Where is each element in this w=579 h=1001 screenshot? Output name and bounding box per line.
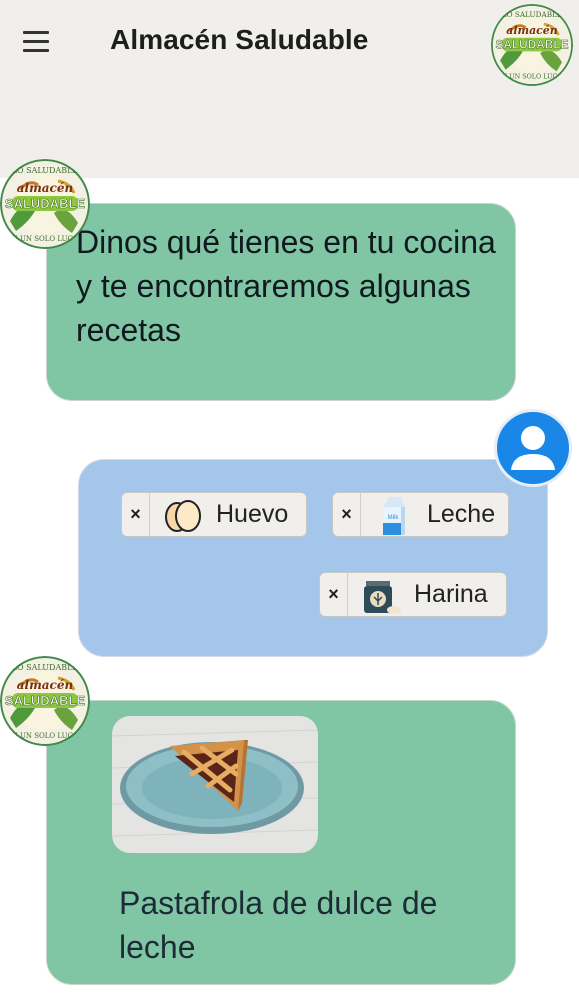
flour-jar-icon bbox=[364, 580, 401, 614]
svg-text:SALUDABLE: SALUDABLE bbox=[5, 196, 85, 211]
remove-huevo-button[interactable]: × bbox=[122, 493, 150, 536]
brand-logo[interactable]: almacén SALUDABLE LO SALUDABLE EN UN SOL… bbox=[491, 4, 573, 86]
remove-leche-button[interactable]: × bbox=[333, 493, 361, 536]
pastafrola-slice-image[interactable] bbox=[112, 716, 318, 853]
eggs-icon bbox=[165, 499, 201, 532]
ingredient-label: Huevo bbox=[216, 500, 289, 528]
svg-text:Milk: Milk bbox=[388, 515, 400, 521]
svg-text:SALUDABLE: SALUDABLE bbox=[5, 693, 85, 708]
app-title: Almacén Saludable bbox=[110, 24, 369, 55]
svg-text:SALUDABLE: SALUDABLE bbox=[496, 38, 569, 52]
ingredient-label: Leche bbox=[427, 500, 496, 528]
svg-text:almacén: almacén bbox=[506, 24, 557, 37]
svg-text:LO SALUDABLE: LO SALUDABLE bbox=[12, 166, 79, 175]
svg-text:LO SALUDABLE: LO SALUDABLE bbox=[502, 10, 562, 19]
svg-text:EN UN SOLO LUGAR: EN UN SOLO LUGAR bbox=[497, 73, 567, 81]
user-avatar-icon bbox=[494, 409, 572, 487]
user-message-bubble bbox=[78, 459, 548, 657]
bot-avatar: almacén SALUDABLE LO SALUDABLE EN UN SOL… bbox=[0, 159, 90, 249]
svg-text:LO SALUDABLE: LO SALUDABLE bbox=[12, 663, 79, 672]
ingredient-chip-leche[interactable]: × Milk Leche bbox=[332, 492, 509, 537]
ingredient-chip-harina[interactable]: × Harina bbox=[319, 572, 507, 617]
svg-text:almacén: almacén bbox=[17, 678, 73, 692]
bot-avatar: almacén SALUDABLE LO SALUDABLE EN UN SOL… bbox=[0, 656, 90, 746]
bot-recipe-bubble: Pastafrola de dulce de leche bbox=[46, 700, 516, 985]
ingredient-label: Harina bbox=[414, 580, 488, 608]
remove-harina-button[interactable]: × bbox=[320, 573, 348, 616]
svg-text:almacén: almacén bbox=[17, 181, 73, 195]
recipe-title[interactable]: Pastafrola de dulce de leche bbox=[119, 881, 449, 969]
bot-message-text: Dinos qué tienes en tu cocina y te encon… bbox=[76, 224, 496, 348]
bot-message-bubble: Dinos qué tienes en tu cocina y te encon… bbox=[46, 203, 516, 401]
hamburger-menu-icon[interactable] bbox=[23, 31, 51, 59]
app-header: Almacén Saludable almacén SALUDABLE LO S… bbox=[0, 0, 579, 178]
ingredient-chip-huevo[interactable]: × Huevo bbox=[121, 492, 307, 537]
milk-carton-icon: Milk bbox=[383, 496, 405, 535]
